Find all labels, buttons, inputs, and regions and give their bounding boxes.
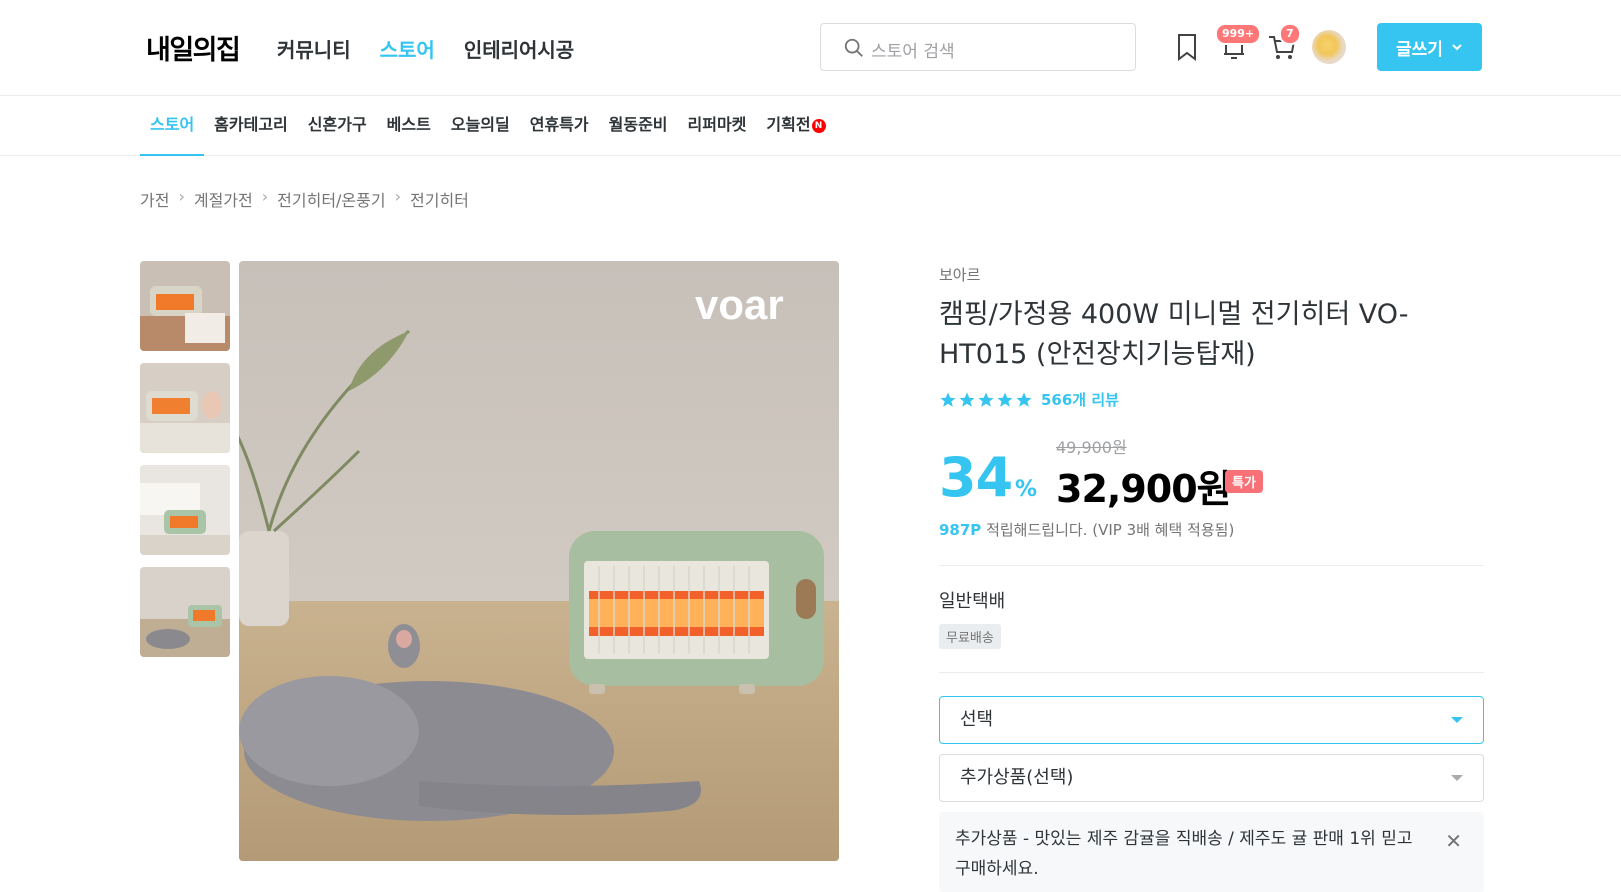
subnav-best[interactable]: 베스트 — [377, 96, 441, 156]
breadcrumb-item[interactable]: 가전 — [140, 187, 169, 211]
new-badge: N — [811, 118, 826, 133]
product-thumbnail[interactable] — [140, 465, 230, 555]
chevron-right-icon: › — [394, 187, 401, 206]
search-input[interactable]: 스토어 검색 — [820, 23, 1136, 71]
subnav-refurb[interactable]: 리퍼마켓 — [678, 96, 757, 156]
subnav-store[interactable]: 스토어 — [140, 96, 205, 156]
cart-button[interactable]: 7 — [1265, 23, 1301, 64]
points-value: 987P — [939, 521, 982, 539]
subnav-exhibition-label: 기획전 — [766, 115, 811, 134]
breadcrumb: 가전 › 계절가전 › 전기히터/온풍기 › 전기히터 — [140, 187, 469, 211]
star-rating — [939, 391, 1033, 409]
subnav-home-category[interactable]: 홈카테고리 — [204, 96, 298, 156]
subnav-wedding[interactable]: 신혼가구 — [298, 96, 377, 156]
subnav-winter[interactable]: 월동준비 — [599, 96, 678, 156]
star-icon — [959, 392, 975, 407]
points-text: 적립해드립니다. (VIP 3배 혜택 적용됨) — [981, 521, 1235, 539]
site-logo[interactable]: 내일의집 — [146, 28, 241, 67]
notification-badge: 999+ — [1215, 23, 1262, 45]
nav-community[interactable]: 커뮤니티 — [277, 34, 351, 63]
discount-percent-sign: % — [1015, 477, 1038, 502]
subnav-holiday[interactable]: 연휴특가 — [520, 96, 599, 156]
sale-price: 32,900원 — [1056, 467, 1232, 511]
sub-nav: 스토어 홈카테고리 신혼가구 베스트 오늘의딜 연휴특가 월동준비 리퍼마켓 기… — [140, 96, 836, 156]
option-select-label: 선택 — [960, 709, 994, 730]
subnav-exhibition[interactable]: 기획전 N — [756, 96, 835, 156]
star-icon — [978, 392, 994, 407]
close-icon[interactable]: ✕ — [1445, 826, 1462, 856]
nav-store[interactable]: 스토어 — [380, 34, 435, 63]
breadcrumb-item[interactable]: 전기히터/온풍기 — [277, 187, 385, 211]
main-nav: 커뮤니티 스토어 인테리어시공 — [277, 34, 603, 63]
caret-down-icon — [1451, 775, 1463, 781]
review-count[interactable]: 566개 리뷰 — [1041, 389, 1119, 410]
bookmark-icon — [1178, 34, 1196, 61]
discount-rate: 34 — [939, 446, 1013, 509]
divider — [939, 565, 1484, 566]
notification-button[interactable]: 999+ — [1215, 23, 1262, 64]
write-button[interactable]: 글쓰기 — [1377, 23, 1482, 71]
option-select[interactable]: 선택 — [939, 696, 1484, 744]
star-icon — [1016, 392, 1032, 407]
breadcrumb-item[interactable]: 계절가전 — [194, 187, 253, 211]
avatar[interactable] — [1312, 30, 1346, 64]
breadcrumb-item[interactable]: 전기히터 — [410, 187, 469, 211]
write-label: 글쓰기 — [1396, 39, 1443, 60]
product-thumbnail[interactable] — [140, 567, 230, 657]
addon-select-label: 추가상품(선택) — [960, 767, 1074, 788]
addon-selected-item: 추가상품 - 맛있는 제주 감귤을 직배송 / 제주도 귤 판매 1위 믿고 구… — [939, 812, 1484, 892]
divider — [939, 672, 1484, 673]
addon-item-text: 추가상품 - 맛있는 제주 감귤을 직배송 / 제주도 귤 판매 1위 믿고 구… — [955, 829, 1413, 879]
product-thumbnail[interactable] — [140, 261, 230, 351]
chevron-right-icon: › — [261, 187, 269, 206]
brand-name[interactable]: 보아르 — [939, 264, 980, 285]
chevron-down-icon — [1452, 44, 1462, 51]
thumbnail-list — [140, 261, 230, 669]
addon-select[interactable]: 추가상품(선택) — [939, 754, 1484, 802]
search-placeholder: 스토어 검색 — [871, 42, 955, 62]
subnav-today-deal[interactable]: 오늘의딜 — [441, 96, 520, 156]
cart-badge: 7 — [1279, 23, 1301, 45]
brand-watermark: voar — [695, 281, 784, 328]
main-product-image[interactable]: voar — [239, 261, 839, 861]
original-price: 49,900원 — [1056, 438, 1127, 457]
top-header: 내일의집 커뮤니티 스토어 인테리어시공 스토어 검색 999+ 7 글쓰기 — [0, 0, 1621, 96]
product-thumbnail[interactable] — [140, 363, 230, 453]
caret-down-icon — [1451, 717, 1463, 723]
chevron-right-icon: › — [178, 187, 185, 206]
shipping-label: 일반택배 — [939, 591, 1006, 612]
search-icon — [844, 38, 863, 57]
nav-interior[interactable]: 인테리어시공 — [464, 34, 574, 63]
special-badge: 특가 — [1225, 470, 1263, 493]
product-title: 캠핑/가정용 400W 미니멀 전기히터 VO-HT015 (안전장치기능탑재) — [939, 299, 1409, 370]
star-icon — [940, 392, 956, 407]
points-info: 987P 적립해드립니다. (VIP 3배 혜택 적용됨) — [939, 519, 1234, 540]
sub-nav-bar: 스토어 홈카테고리 신혼가구 베스트 오늘의딜 연휴특가 월동준비 리퍼마켓 기… — [0, 96, 1621, 156]
free-shipping-badge: 무료배송 — [939, 624, 1001, 649]
scrap-button[interactable] — [1170, 30, 1204, 64]
star-icon — [997, 392, 1013, 407]
rating[interactable]: 566개 리뷰 — [939, 389, 1119, 410]
